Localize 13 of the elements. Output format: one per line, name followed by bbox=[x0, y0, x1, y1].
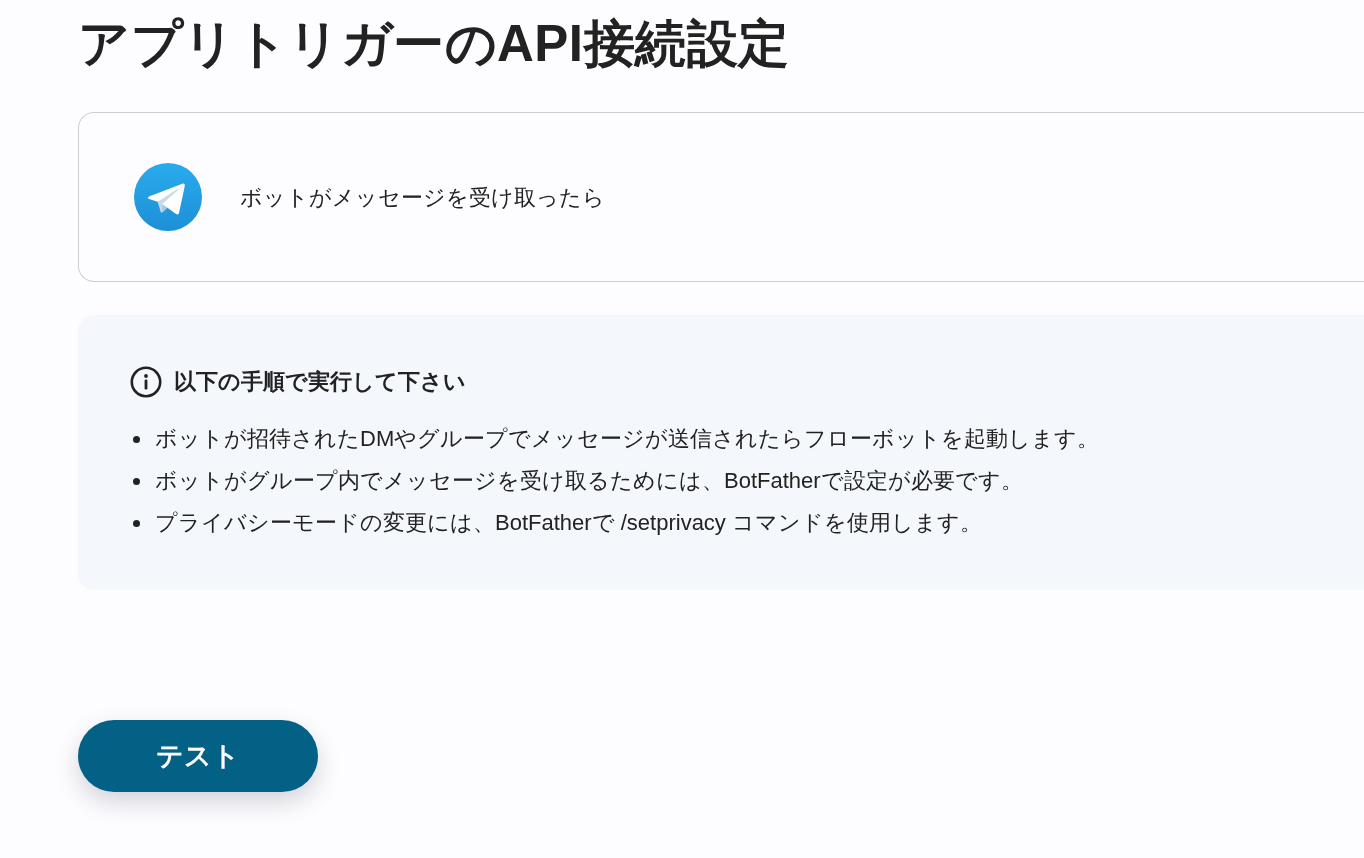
bullet-icon bbox=[133, 519, 140, 527]
instruction-text: ボットがグループ内でメッセージを受け取るためには、BotFatherで設定が必要です。 bbox=[155, 467, 1023, 495]
info-icon bbox=[130, 366, 162, 398]
instruction-text: プライバシーモードの変更には、BotFatherで /setprivacy コマンドを使用します。 bbox=[155, 509, 982, 537]
bullet-icon bbox=[133, 477, 140, 485]
test-button[interactable]: テスト bbox=[78, 720, 318, 792]
info-heading: 以下の手順で実行して下さい bbox=[174, 368, 466, 396]
page-title: アプリトリガーのAPI接続設定 bbox=[78, 14, 791, 74]
trigger-label: ボットがメッセージを受け取ったら bbox=[240, 183, 605, 212]
bullet-icon bbox=[133, 435, 140, 443]
paper-plane-icon bbox=[134, 163, 202, 231]
instruction-text: ボットが招待されたDMやグループでメッセージが送信されたらフローボットを起動します。 bbox=[155, 425, 1100, 453]
trigger-card[interactable]: ボットがメッセージを受け取ったら bbox=[78, 112, 1364, 282]
